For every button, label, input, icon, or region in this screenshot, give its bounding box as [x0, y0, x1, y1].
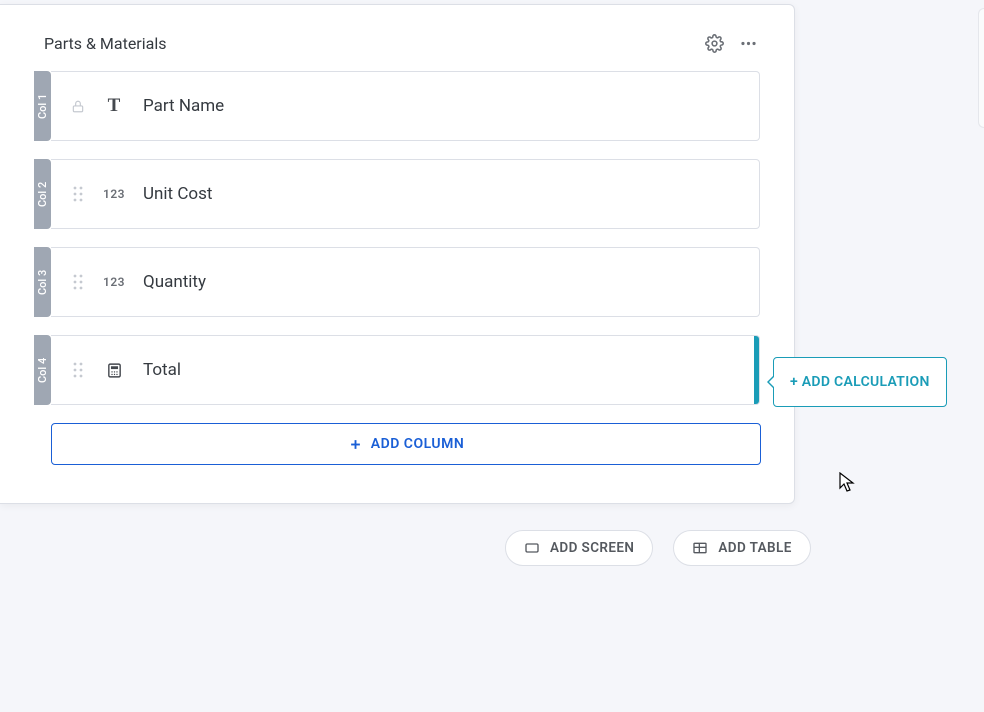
column-name: Quantity: [143, 272, 206, 292]
add-table-label: ADD TABLE: [718, 540, 791, 556]
lock-icon: [71, 99, 85, 114]
column-card[interactable]: 123 Quantity: [51, 247, 760, 317]
number-type-icon: 123: [103, 275, 125, 289]
column-card[interactable]: 123 Unit Cost: [51, 159, 760, 229]
column-name: Part Name: [143, 96, 224, 116]
drag-handle-icon[interactable]: [71, 274, 85, 290]
add-screen-label: ADD SCREEN: [550, 540, 634, 556]
canvas-actions: ADD SCREEN ADD TABLE: [505, 530, 811, 566]
add-column-label: ADD COLUMN: [371, 436, 465, 452]
column-card[interactable]: Total: [51, 335, 760, 405]
calculator-type-icon: [103, 362, 125, 379]
dots-horizontal-icon: [739, 34, 758, 53]
column-tab[interactable]: Col 1: [34, 71, 51, 141]
columns-list: Col 1 T Part Name Col 2: [0, 71, 794, 465]
table-icon: [692, 540, 708, 556]
add-calculation-label: + ADD CALCULATION: [790, 374, 930, 390]
column-tab[interactable]: Col 4: [34, 335, 51, 405]
column-row[interactable]: Col 3 123 Quantity: [34, 247, 760, 317]
screen-icon: [524, 540, 540, 556]
column-tab[interactable]: Col 3: [34, 247, 51, 317]
settings-button[interactable]: [702, 31, 726, 55]
column-name: Total: [143, 360, 181, 380]
column-name: Unit Cost: [143, 184, 212, 204]
table-config-panel: Parts & Materials C: [0, 4, 795, 504]
panel-header-actions: [702, 31, 760, 55]
drag-handle-icon[interactable]: [71, 362, 85, 378]
text-type-icon: T: [103, 95, 125, 117]
column-row[interactable]: Col 4: [34, 335, 760, 405]
column-row[interactable]: Col 2 123 Unit Cost: [34, 159, 760, 229]
drag-handle-icon[interactable]: [71, 186, 85, 202]
right-panel-stub: [978, 8, 984, 128]
plus-icon: [348, 437, 363, 452]
add-column-button[interactable]: ADD COLUMN: [51, 423, 761, 465]
add-table-button[interactable]: ADD TABLE: [673, 530, 810, 566]
panel-title: Parts & Materials: [44, 34, 702, 53]
mouse-cursor: [839, 472, 857, 494]
column-row[interactable]: Col 1 T Part Name: [34, 71, 760, 141]
column-card[interactable]: T Part Name: [51, 71, 760, 141]
gear-icon: [705, 34, 724, 53]
panel-header: Parts & Materials: [0, 5, 794, 71]
add-calculation-button[interactable]: + ADD CALCULATION: [773, 357, 947, 407]
column-tab[interactable]: Col 2: [34, 159, 51, 229]
add-screen-button[interactable]: ADD SCREEN: [505, 530, 653, 566]
number-type-icon: 123: [103, 187, 125, 201]
more-options-button[interactable]: [736, 31, 760, 55]
